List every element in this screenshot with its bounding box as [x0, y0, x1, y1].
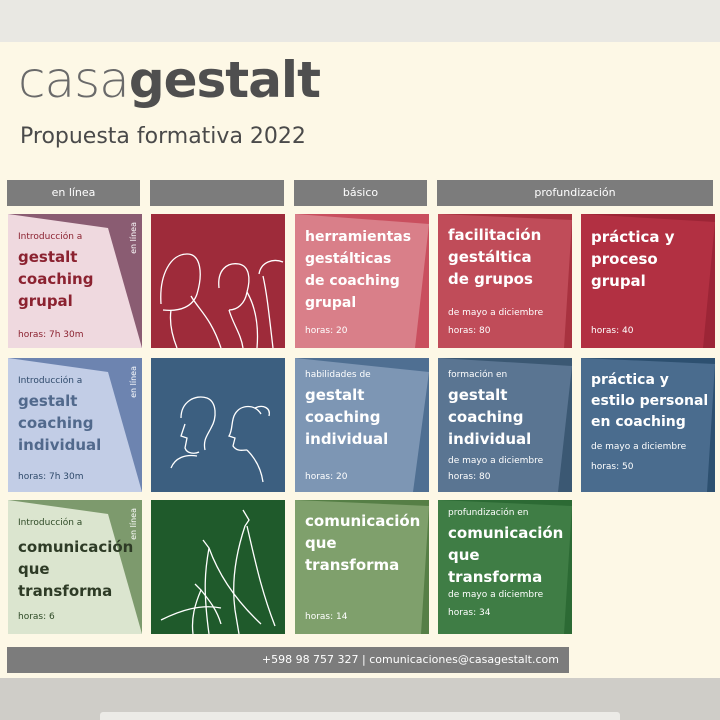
card-title: gestalt coaching individual — [448, 386, 532, 448]
bottom-band — [0, 678, 720, 720]
card-prof-facilitacion[interactable]: facilitación gestáltica de grupos de mayo … — [438, 214, 572, 348]
card-online-comunicacion[interactable]: Introducción a comunicación que transforma… — [8, 500, 142, 634]
logo-part-gestalt: gestalt — [128, 51, 321, 109]
card-basico-herramientas[interactable]: herramientas gestálticas de coaching grupal… — [295, 214, 429, 348]
brand-logo: casagestalt — [18, 50, 321, 110]
card-intro: formación en — [448, 370, 508, 380]
card-hours: horas: 7h 30m — [18, 472, 84, 482]
card-intro: Introducción a — [18, 518, 83, 528]
illustration-faces — [151, 358, 285, 492]
card-tag: en línea — [129, 366, 138, 398]
page-subtitle: Propuesta formativa 2022 — [20, 124, 306, 149]
card-intro: profundización en — [448, 508, 529, 518]
card-extra-practica-estilo[interactable]: práctica y estilo personal en coaching de … — [581, 358, 715, 492]
card-intro: habilidades de — [305, 370, 371, 380]
header-basico: básico — [294, 180, 427, 206]
card-online-grupal[interactable]: Introducción a gestalt coaching grupal hor… — [8, 214, 142, 348]
card-title: gestalt coaching grupal — [18, 248, 94, 310]
card-title: comunicación que transforma — [448, 524, 564, 586]
card-basico-comunicacion[interactable]: comunicación que transforma horas: 14 — [295, 500, 429, 634]
card-hours: horas: 40 — [591, 326, 634, 336]
card-tag: en línea — [129, 508, 138, 540]
card-prof-formacion[interactable]: formación en gestalt coaching individual d… — [438, 358, 572, 492]
logo-part-casa: casa — [18, 51, 130, 109]
giraffes-line-art — [160, 509, 276, 634]
card-hours: horas: 20 — [305, 326, 348, 336]
card-hours: horas: 34 — [448, 608, 491, 618]
card-dates: de mayo a diciembre — [591, 442, 687, 452]
card-title: gestalt coaching individual — [18, 392, 102, 454]
card-prof-comunicacion[interactable]: profundización en comunicación que transfo… — [438, 500, 572, 634]
card-title: gestalt coaching individual — [305, 386, 389, 448]
card-title: comunicación que transforma — [305, 512, 421, 574]
card-title: comunicación que transforma — [18, 538, 134, 600]
contact-footer: +598 98 757 327 | comunicaciones@casages… — [7, 647, 569, 673]
card-dates: de mayo a diciembre — [448, 308, 544, 318]
card-title: facilitación gestáltica de grupos — [448, 226, 542, 288]
card-hours: horas: 7h 30m — [18, 330, 84, 340]
header-en-linea: en línea — [7, 180, 140, 206]
header-profundizacion: profundización — [437, 180, 713, 206]
card-hours: horas: 20 — [305, 472, 348, 482]
women-line-art — [160, 253, 284, 348]
card-hours: horas: 80 — [448, 326, 491, 336]
card-intro: Introducción a — [18, 232, 83, 242]
card-hours: horas: 50 — [591, 462, 634, 472]
card-online-individual[interactable]: Introducción a gestalt coaching individual… — [8, 358, 142, 492]
illustration-giraffes — [151, 500, 285, 634]
card-tag: en línea — [129, 222, 138, 254]
top-band — [0, 0, 720, 42]
card-extra-practica-grupal[interactable]: práctica y proceso grupal horas: 40 — [581, 214, 715, 348]
card-intro: Introducción a — [18, 376, 83, 386]
card-dates: de mayo a diciembre — [448, 590, 544, 600]
card-dates: de mayo a diciembre — [448, 456, 544, 466]
card-title: práctica y proceso grupal — [591, 228, 675, 290]
illustration-women — [151, 214, 285, 348]
card-hours: horas: 14 — [305, 612, 348, 622]
header-blank — [150, 180, 284, 206]
card-basico-habilidades[interactable]: habilidades de gestalt coaching individual… — [295, 358, 429, 492]
cropped-shape — [100, 712, 620, 720]
faces-line-art — [170, 396, 270, 483]
card-title: práctica y estilo personal en coaching — [591, 372, 709, 430]
card-hours: horas: 80 — [448, 472, 491, 482]
card-hours: horas: 6 — [18, 612, 55, 622]
card-title: herramientas gestálticas de coaching grupal — [305, 229, 412, 311]
